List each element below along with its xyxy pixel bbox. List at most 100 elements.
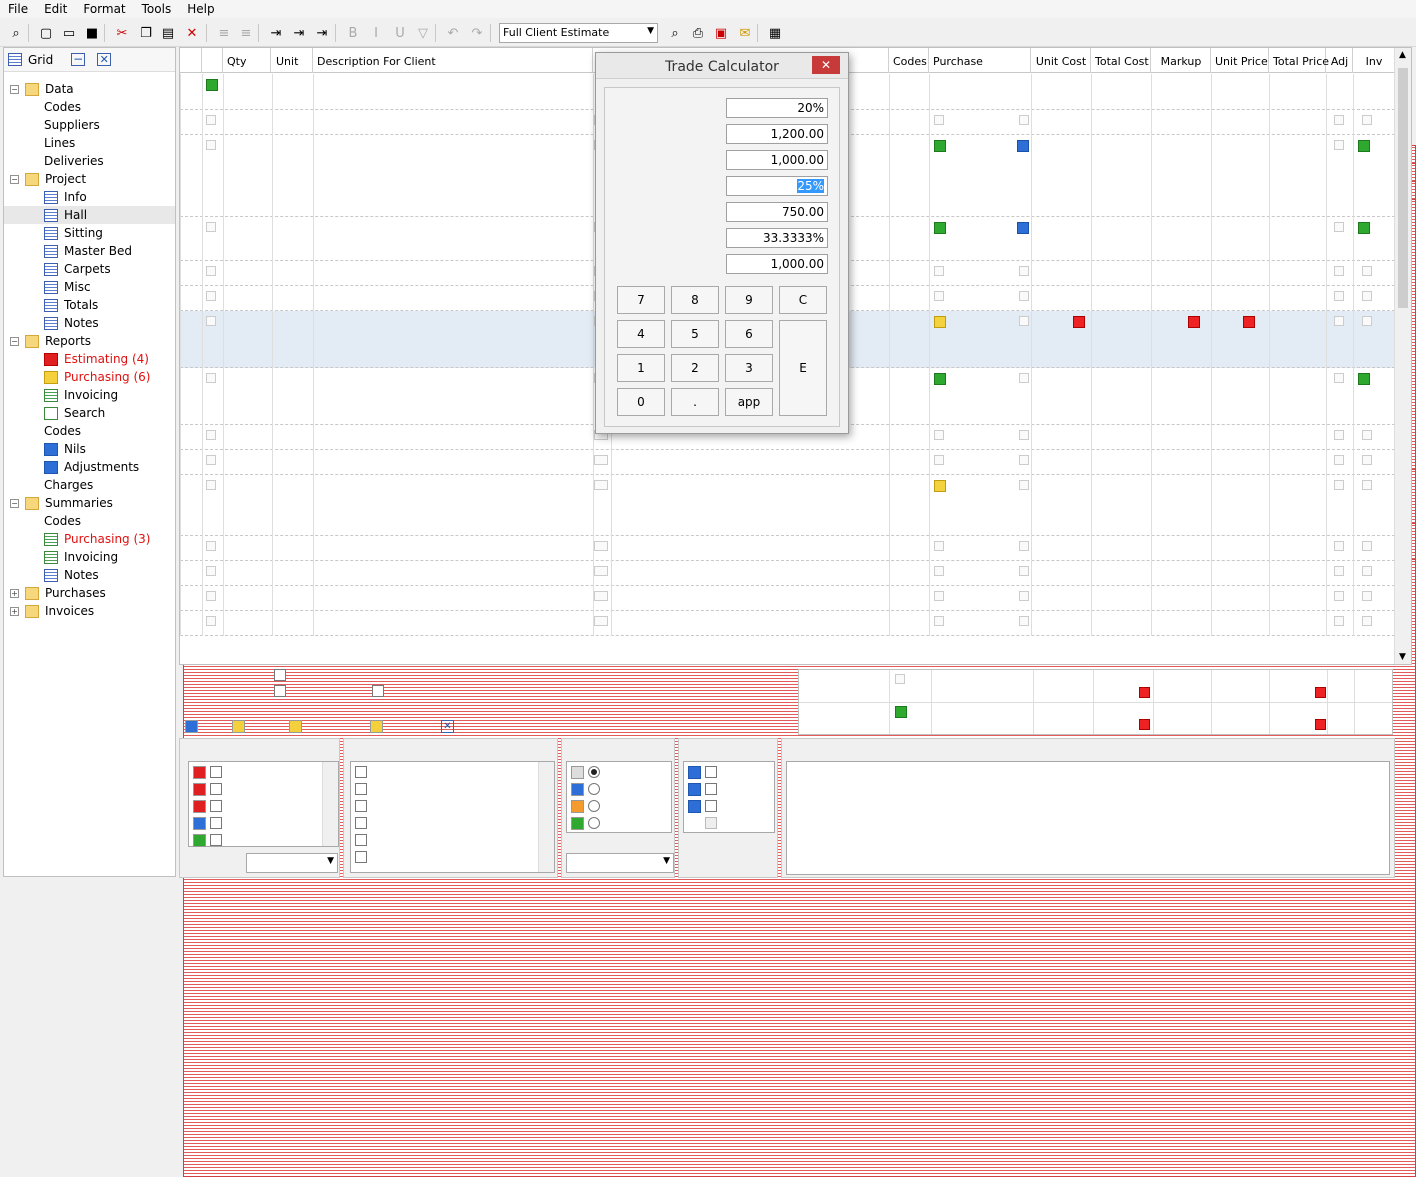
key-5[interactable]: 5 — [671, 320, 719, 348]
adj-icon[interactable] — [1334, 455, 1344, 465]
calc-field-markup[interactable]: 33.3333% — [726, 228, 828, 248]
expander-icon[interactable]: − — [10, 498, 19, 508]
list-item[interactable] — [193, 815, 226, 831]
line-notes-textarea[interactable] — [786, 761, 1390, 875]
row-handle-icon[interactable] — [206, 316, 216, 326]
tree-item-notes[interactable]: Notes — [4, 566, 175, 584]
inv-empty-icon[interactable] — [1362, 480, 1372, 490]
checkbox[interactable] — [355, 851, 367, 863]
key-1[interactable]: 1 — [617, 354, 665, 382]
nil-option-nil-cost[interactable] — [688, 764, 721, 780]
tree-item-estimating-4[interactable]: Estimating (4) — [4, 350, 175, 368]
image-icon[interactable] — [594, 480, 608, 490]
tree-item-sitting[interactable]: Sitting — [4, 224, 175, 242]
key-app[interactable]: app — [725, 388, 773, 416]
calc-field-trade-discount[interactable]: 25% — [726, 176, 828, 196]
table-row[interactable] — [180, 450, 1396, 475]
key-c[interactable]: C — [779, 286, 827, 314]
list-scrollbar[interactable] — [322, 762, 338, 846]
tree-item-summaries[interactable]: − Summaries — [4, 494, 175, 512]
calculator-icon[interactable]: ▦ — [765, 23, 785, 43]
unchecked-icon[interactable] — [1019, 373, 1029, 383]
checkbox[interactable] — [705, 783, 717, 795]
tree-item-codes[interactable]: Codes — [4, 98, 1416, 763]
purchase-empty-icon[interactable] — [934, 430, 944, 440]
key-8[interactable]: 8 — [671, 286, 719, 314]
adj-icon[interactable] — [1334, 616, 1344, 626]
checkbox[interactable] — [355, 783, 367, 795]
column-header-total-price[interactable]: Total Price — [1269, 48, 1329, 73]
tree-item-codes[interactable]: Codes — [4, 422, 1416, 1087]
radio[interactable] — [588, 766, 600, 778]
menu-help[interactable]: Help — [179, 2, 222, 16]
radio[interactable] — [588, 783, 600, 795]
preview-icon[interactable]: ⌕ — [665, 23, 685, 43]
tree-item-invoices[interactable]: + Invoices — [4, 602, 175, 620]
expander-icon[interactable]: + — [10, 588, 19, 598]
format-icon[interactable]: ▽ — [413, 23, 433, 43]
checkbox[interactable] — [705, 817, 717, 829]
key-4[interactable]: 4 — [617, 320, 665, 348]
tree-item-carpets[interactable]: Carpets — [4, 260, 175, 278]
key-dot[interactable]: . — [671, 388, 719, 416]
tree-item-data[interactable]: − Data — [4, 80, 175, 98]
adj-icon[interactable] — [1334, 316, 1344, 326]
adj-icon[interactable] — [1334, 222, 1344, 232]
checkbox[interactable] — [355, 800, 367, 812]
redo-icon[interactable]: ↷ — [467, 23, 487, 43]
inv-empty-icon[interactable] — [1362, 616, 1372, 626]
image-icon[interactable] — [594, 541, 608, 551]
inv-empty-icon[interactable] — [1362, 541, 1372, 551]
insert-col-icon[interactable]: ⇥ — [289, 23, 309, 43]
expander-icon[interactable]: − — [10, 336, 19, 346]
list-item[interactable] — [355, 832, 407, 848]
scrollbar-thumb[interactable] — [1398, 68, 1408, 308]
image-icon[interactable] — [594, 566, 608, 576]
tree-item-purchasing-6[interactable]: Purchasing (6) — [4, 368, 175, 386]
adj-icon[interactable] — [1334, 541, 1344, 551]
column-header-description-for-client[interactable]: Description For Client — [313, 48, 593, 73]
tree-item-codes[interactable]: Codes — [4, 512, 1416, 1177]
nil-option-nil-markup[interactable] — [688, 781, 721, 797]
table-row[interactable] — [180, 561, 1396, 586]
checkbox[interactable] — [705, 766, 717, 778]
key-6[interactable]: 6 — [725, 320, 773, 348]
arrow-icon[interactable] — [934, 222, 946, 234]
row-handle-icon[interactable] — [206, 480, 216, 490]
unchecked-icon[interactable] — [1019, 430, 1029, 440]
checkbox[interactable] — [355, 817, 367, 829]
invoiced-icon[interactable] — [1358, 373, 1370, 385]
calc-field-cost-exc-tax[interactable]: 750.00 — [726, 202, 828, 222]
tree-item-invoicing[interactable]: Invoicing — [4, 548, 175, 566]
unchecked-icon[interactable] — [1019, 115, 1029, 125]
close-icon[interactable]: ✕ — [441, 720, 454, 733]
row-handle-icon[interactable] — [206, 455, 216, 465]
calc-field-tax-rate[interactable]: 20% — [726, 98, 828, 118]
list-item[interactable] — [193, 764, 226, 780]
option-include-tax[interactable] — [274, 669, 290, 681]
menu-tools[interactable]: Tools — [134, 2, 180, 16]
append-icon[interactable]: ⇥ — [312, 23, 332, 43]
purchase-empty-icon[interactable] — [934, 616, 944, 626]
codes-list[interactable] — [350, 761, 555, 873]
room-icon[interactable] — [206, 79, 218, 91]
column-header-inv[interactable]: Inv — [1353, 48, 1395, 73]
checkbox[interactable] — [210, 834, 222, 846]
column-header-markup[interactable]: Markup — [1151, 48, 1211, 73]
column-header-total-cost[interactable]: Total Cost — [1091, 48, 1151, 73]
list-item[interactable] — [355, 798, 407, 814]
nil-option-nil-price[interactable] — [688, 798, 721, 814]
column-header-qty[interactable]: Qty — [223, 48, 271, 73]
calc-field-retail-inc-tax[interactable]: 1,200.00 — [726, 124, 828, 144]
tree-item-misc[interactable]: Misc — [4, 278, 175, 296]
list-item[interactable] — [355, 849, 407, 865]
print-icon[interactable]: ⎙ — [688, 23, 708, 43]
underline-icon[interactable]: U — [390, 23, 410, 43]
row-handle-icon[interactable] — [206, 541, 216, 551]
tree-item-master-bed[interactable]: Master Bed — [4, 242, 175, 260]
inv-empty-icon[interactable] — [1362, 266, 1372, 276]
report-view-combo[interactable]: Full Client Estimate ▼ — [499, 23, 658, 43]
legend-line[interactable] — [185, 720, 202, 733]
tree-item-purchasing-3[interactable]: Purchasing (3) — [4, 530, 175, 548]
unchecked-icon[interactable] — [1019, 480, 1029, 490]
